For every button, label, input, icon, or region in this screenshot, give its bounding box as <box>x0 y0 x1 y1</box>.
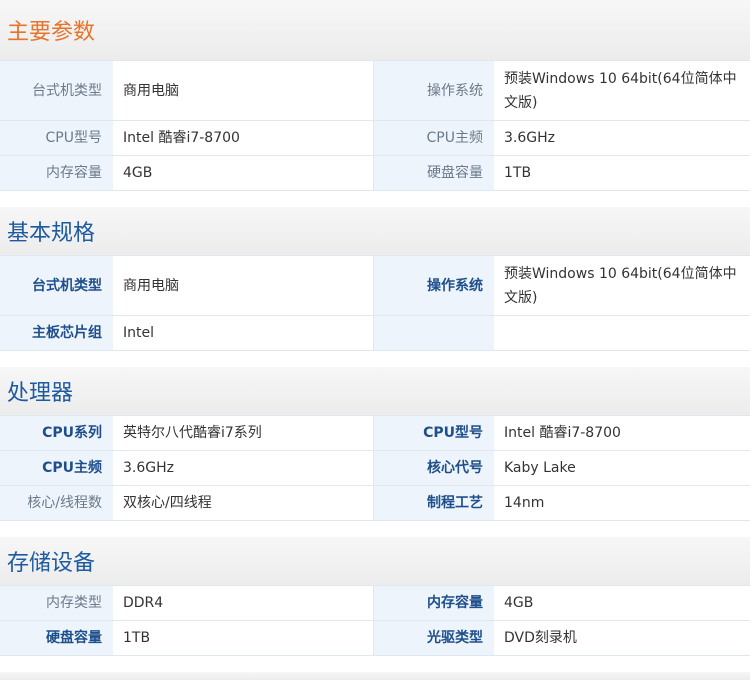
section-title-main-params: 主要参数 <box>0 0 750 60</box>
spec-table-main-params: 台式机类型 商用电脑 操作系统 预装Windows 10 64bit(64位简体… <box>0 60 750 191</box>
spec-row: 内存容量 4GB 硬盘容量 1TB <box>0 155 750 191</box>
spec-key: 内存容量 <box>372 585 494 621</box>
spec-row: 核心/线程数 双核心/四线程 制程工艺 14nm <box>0 485 750 521</box>
spec-value: 14nm <box>494 485 750 521</box>
spec-row: 台式机类型 商用电脑 操作系统 预装Windows 10 64bit(64位简体… <box>0 255 750 316</box>
section-title-storage: 存储设备 <box>0 537 750 585</box>
spec-value: 1TB <box>494 155 750 191</box>
spec-key: CPU主频 <box>0 450 113 486</box>
section-gap <box>0 656 750 672</box>
spec-key: 主板芯片组 <box>0 315 113 351</box>
spec-value: 预装Windows 10 64bit(64位简体中文版) <box>494 255 750 316</box>
spec-row: CPU系列 英特尔八代酷睿i7系列 CPU型号 Intel 酷睿i7-8700 <box>0 415 750 451</box>
spec-value: 4GB <box>494 585 750 621</box>
spec-key: 台式机类型 <box>0 60 113 121</box>
spec-value: 预装Windows 10 64bit(64位简体中文版) <box>494 60 750 121</box>
spec-key: 内存类型 <box>0 585 113 621</box>
spec-row: CPU主频 3.6GHz 核心代号 Kaby Lake <box>0 450 750 486</box>
section-gap <box>0 521 750 537</box>
spec-value: 英特尔八代酷睿i7系列 <box>113 415 374 451</box>
spec-value: DDR4 <box>113 585 374 621</box>
spec-key: CPU系列 <box>0 415 113 451</box>
spec-key: 内存容量 <box>0 155 113 191</box>
spec-value: 3.6GHz <box>494 120 750 156</box>
spec-key: CPU型号 <box>372 415 494 451</box>
next-section-header-edge <box>0 672 750 680</box>
spec-value: DVD刻录机 <box>494 620 750 656</box>
spec-key: 核心/线程数 <box>0 485 113 521</box>
spec-row: 台式机类型 商用电脑 操作系统 预装Windows 10 64bit(64位简体… <box>0 60 750 121</box>
spec-value: 4GB <box>113 155 374 191</box>
section-gap <box>0 191 750 207</box>
spec-key: 操作系统 <box>372 255 494 316</box>
spec-key: CPU型号 <box>0 120 113 156</box>
spec-key: CPU主频 <box>372 120 494 156</box>
spec-table-basic-specs: 台式机类型 商用电脑 操作系统 预装Windows 10 64bit(64位简体… <box>0 255 750 351</box>
spec-value: Kaby Lake <box>494 450 750 486</box>
section-gap <box>0 351 750 367</box>
spec-value: Intel 酷睿i7-8700 <box>113 120 374 156</box>
spec-row: 硬盘容量 1TB 光驱类型 DVD刻录机 <box>0 620 750 656</box>
section-title-processor: 处理器 <box>0 367 750 415</box>
spec-table-processor: CPU系列 英特尔八代酷睿i7系列 CPU型号 Intel 酷睿i7-8700 … <box>0 415 750 521</box>
spec-row: 内存类型 DDR4 内存容量 4GB <box>0 585 750 621</box>
spec-key: 台式机类型 <box>0 255 113 316</box>
spec-row: 主板芯片组 Intel <box>0 315 750 351</box>
spec-value <box>494 315 750 351</box>
spec-value: Intel <box>113 315 374 351</box>
spec-value: 3.6GHz <box>113 450 374 486</box>
spec-value: 商用电脑 <box>113 255 374 316</box>
spec-key: 操作系统 <box>372 60 494 121</box>
section-title-basic-specs: 基本规格 <box>0 207 750 255</box>
spec-page: 主要参数 台式机类型 商用电脑 操作系统 预装Windows 10 64bit(… <box>0 0 750 680</box>
spec-value: 商用电脑 <box>113 60 374 121</box>
spec-key: 硬盘容量 <box>0 620 113 656</box>
spec-value: 双核心/四线程 <box>113 485 374 521</box>
spec-value: Intel 酷睿i7-8700 <box>494 415 750 451</box>
spec-key: 硬盘容量 <box>372 155 494 191</box>
spec-key: 制程工艺 <box>372 485 494 521</box>
spec-key <box>372 315 494 351</box>
spec-key: 核心代号 <box>372 450 494 486</box>
spec-row: CPU型号 Intel 酷睿i7-8700 CPU主频 3.6GHz <box>0 120 750 156</box>
spec-key: 光驱类型 <box>372 620 494 656</box>
spec-table-storage: 内存类型 DDR4 内存容量 4GB 硬盘容量 1TB 光驱类型 DVD刻录机 <box>0 585 750 656</box>
spec-value: 1TB <box>113 620 374 656</box>
